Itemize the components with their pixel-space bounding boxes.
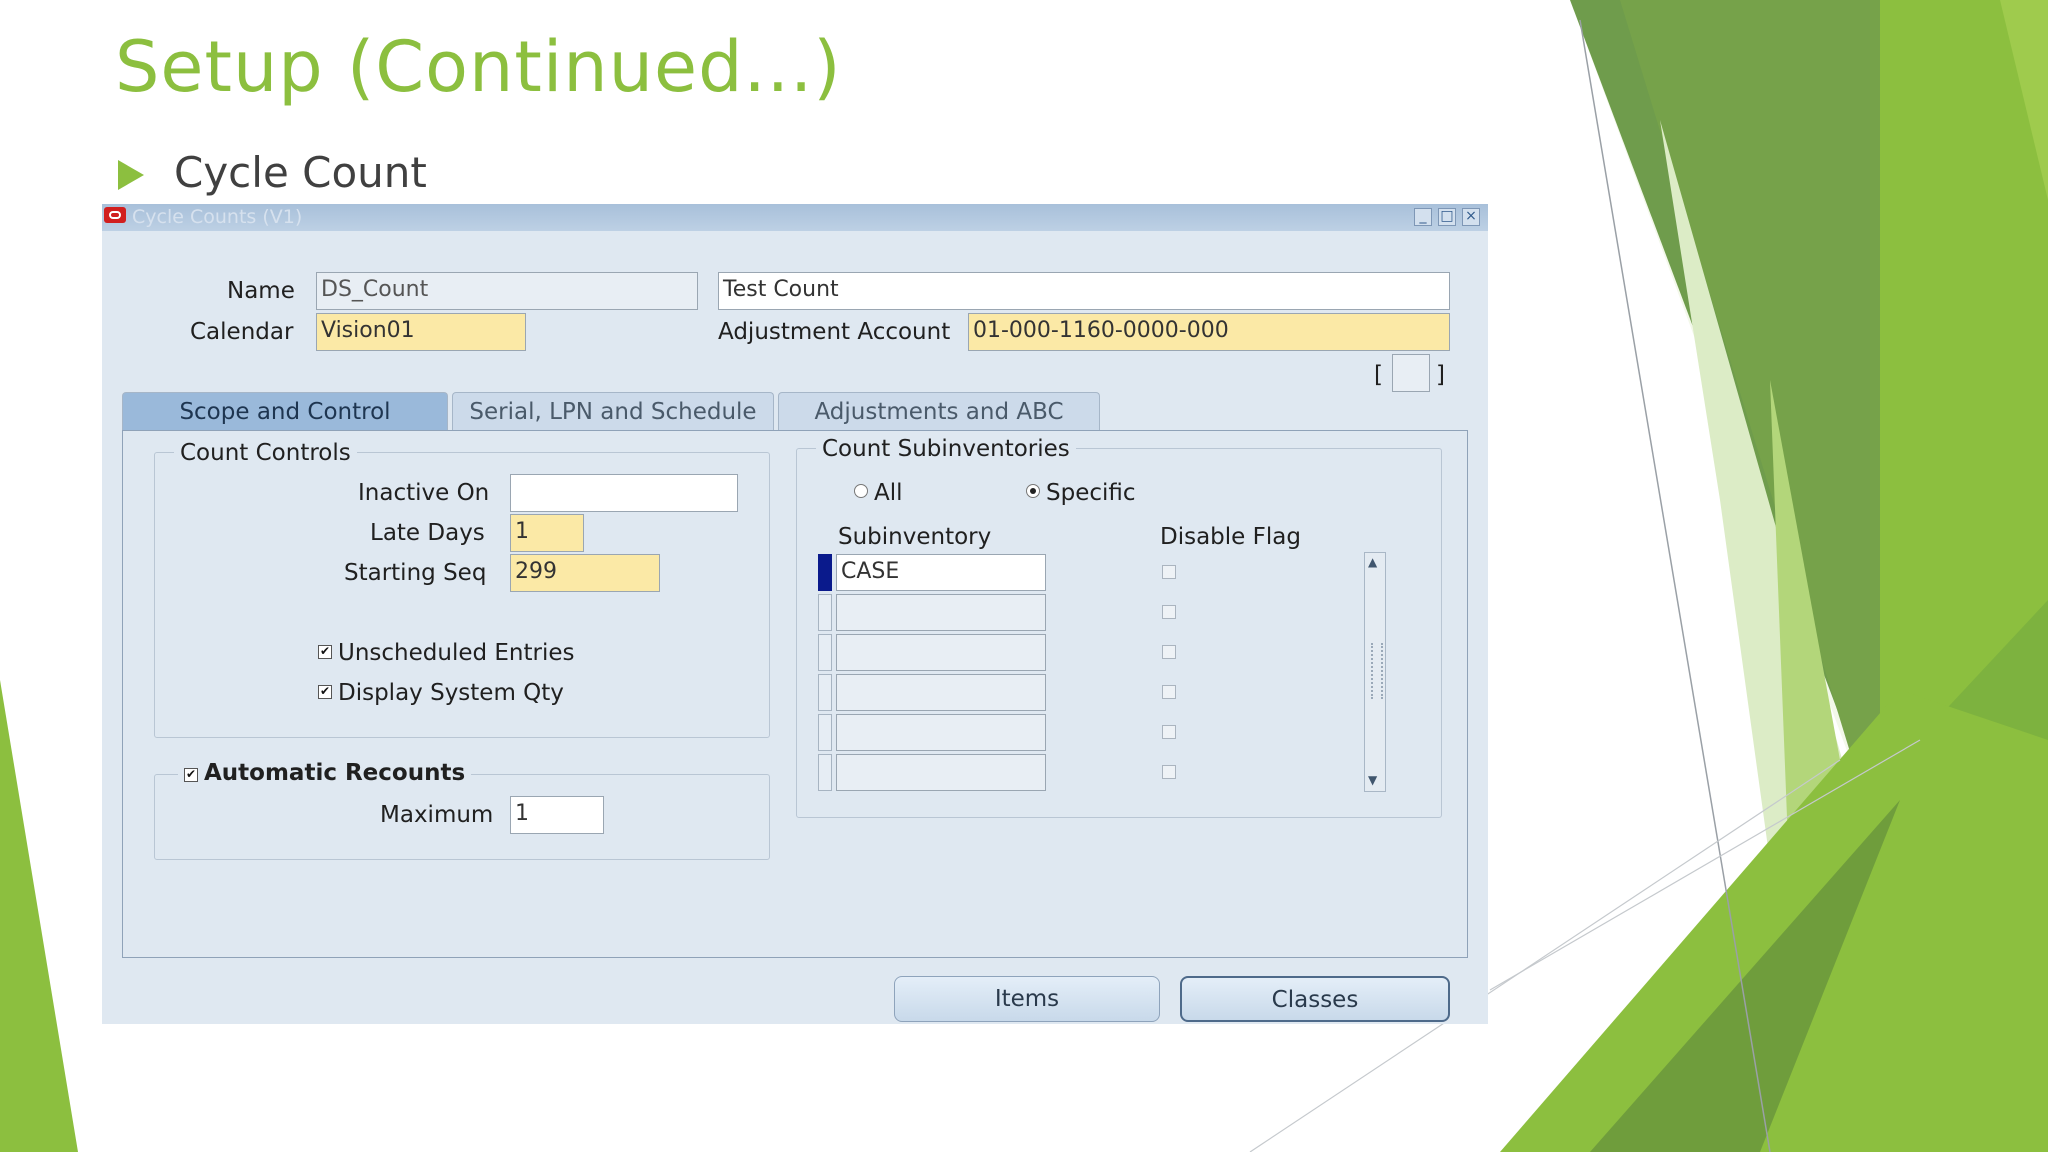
subinventory-scrollbar[interactable]: ▲ ▼ xyxy=(1364,552,1386,792)
unscheduled-entries-checkbox[interactable]: ✔ xyxy=(318,645,332,659)
display-system-qty-checkbox[interactable]: ✔ xyxy=(318,685,332,699)
scroll-up-icon[interactable]: ▲ xyxy=(1368,555,1377,569)
adjustment-account-label: Adjustment Account xyxy=(718,319,951,345)
inactive-on-label: Inactive On xyxy=(358,480,490,506)
scroll-thumb-grip-icon[interactable] xyxy=(1371,643,1383,699)
unscheduled-entries-label: Unscheduled Entries xyxy=(338,640,575,666)
count-controls-title: Count Controls xyxy=(174,440,357,466)
row-marker[interactable] xyxy=(818,714,832,751)
late-days-field[interactable]: 1 xyxy=(510,514,584,552)
context-bracket-close: ] xyxy=(1436,362,1445,388)
automatic-recounts-label: Automatic Recounts xyxy=(204,760,466,786)
window-titlebar[interactable]: Cycle Counts (V1) _ □ × xyxy=(102,204,1488,231)
count-subinventories-title: Count Subinventories xyxy=(816,436,1076,462)
maximum-label: Maximum xyxy=(380,802,494,828)
col-header-disable-flag: Disable Flag xyxy=(1160,524,1301,550)
radio-all-label: All xyxy=(874,480,903,506)
bullet-text: Cycle Count xyxy=(174,148,427,197)
subinventory-field-row3[interactable] xyxy=(836,634,1046,671)
tab-serial-lpn-schedule[interactable]: Serial, LPN and Schedule xyxy=(452,392,774,430)
name-field[interactable]: DS_Count xyxy=(316,272,698,310)
maximum-field[interactable]: 1 xyxy=(510,796,604,834)
radio-specific[interactable] xyxy=(1026,484,1040,498)
maximize-icon[interactable]: □ xyxy=(1438,208,1456,226)
radio-all[interactable] xyxy=(854,484,868,498)
subinventory-field-row6[interactable] xyxy=(836,754,1046,791)
row-marker-current[interactable] xyxy=(818,554,832,591)
adjustment-account-field[interactable]: 01-000-1160-0000-000 xyxy=(968,313,1450,351)
inactive-on-field[interactable] xyxy=(510,474,738,512)
minimize-icon[interactable]: _ xyxy=(1414,208,1432,226)
context-field[interactable] xyxy=(1392,354,1430,392)
calendar-label: Calendar xyxy=(190,319,294,345)
disable-flag-checkbox-row6[interactable] xyxy=(1162,765,1176,779)
disable-flag-checkbox-row2[interactable] xyxy=(1162,605,1176,619)
window-title: Cycle Counts (V1) xyxy=(132,206,303,228)
disable-flag-checkbox-row3[interactable] xyxy=(1162,645,1176,659)
display-system-qty-label: Display System Qty xyxy=(338,680,564,706)
scroll-down-icon[interactable]: ▼ xyxy=(1368,773,1377,787)
items-button[interactable]: Items xyxy=(894,976,1160,1022)
calendar-field[interactable]: Vision01 xyxy=(316,313,526,351)
row-marker[interactable] xyxy=(818,754,832,791)
classes-button[interactable]: Classes xyxy=(1180,976,1450,1022)
bullet-arrow-icon xyxy=(118,160,144,190)
radio-specific-label: Specific xyxy=(1046,480,1136,506)
automatic-recounts-title-wrap: ✔ Automatic Recounts xyxy=(178,760,472,786)
oracle-logo-icon xyxy=(104,207,126,223)
name-label: Name xyxy=(227,278,295,304)
close-icon[interactable]: × xyxy=(1462,208,1480,226)
disable-flag-checkbox-row1[interactable] xyxy=(1162,565,1176,579)
tab-scope-and-control[interactable]: Scope and Control xyxy=(122,392,448,430)
subinventory-field-row2[interactable] xyxy=(836,594,1046,631)
automatic-recounts-checkbox[interactable]: ✔ xyxy=(184,768,198,782)
late-days-label: Late Days xyxy=(370,520,485,546)
context-bracket-open: [ xyxy=(1374,362,1383,388)
starting-seq-field[interactable]: 299 xyxy=(510,554,660,592)
row-marker[interactable] xyxy=(818,674,832,711)
cycle-counts-window: Cycle Counts (V1) _ □ × Name DS_Count Te… xyxy=(102,204,1488,1024)
starting-seq-label: Starting Seq xyxy=(344,560,487,586)
tab-adjustments-abc[interactable]: Adjustments and ABC xyxy=(778,392,1100,430)
disable-flag-checkbox-row5[interactable] xyxy=(1162,725,1176,739)
subinventory-field-row5[interactable] xyxy=(836,714,1046,751)
slide-title: Setup (Continued...) xyxy=(115,26,842,108)
col-header-subinventory: Subinventory xyxy=(838,524,992,550)
disable-flag-checkbox-row4[interactable] xyxy=(1162,685,1176,699)
subinventory-field-row1[interactable]: CASE xyxy=(836,554,1046,591)
subinventory-field-row4[interactable] xyxy=(836,674,1046,711)
row-marker[interactable] xyxy=(818,594,832,631)
row-marker[interactable] xyxy=(818,634,832,671)
description-field[interactable]: Test Count xyxy=(718,272,1450,310)
